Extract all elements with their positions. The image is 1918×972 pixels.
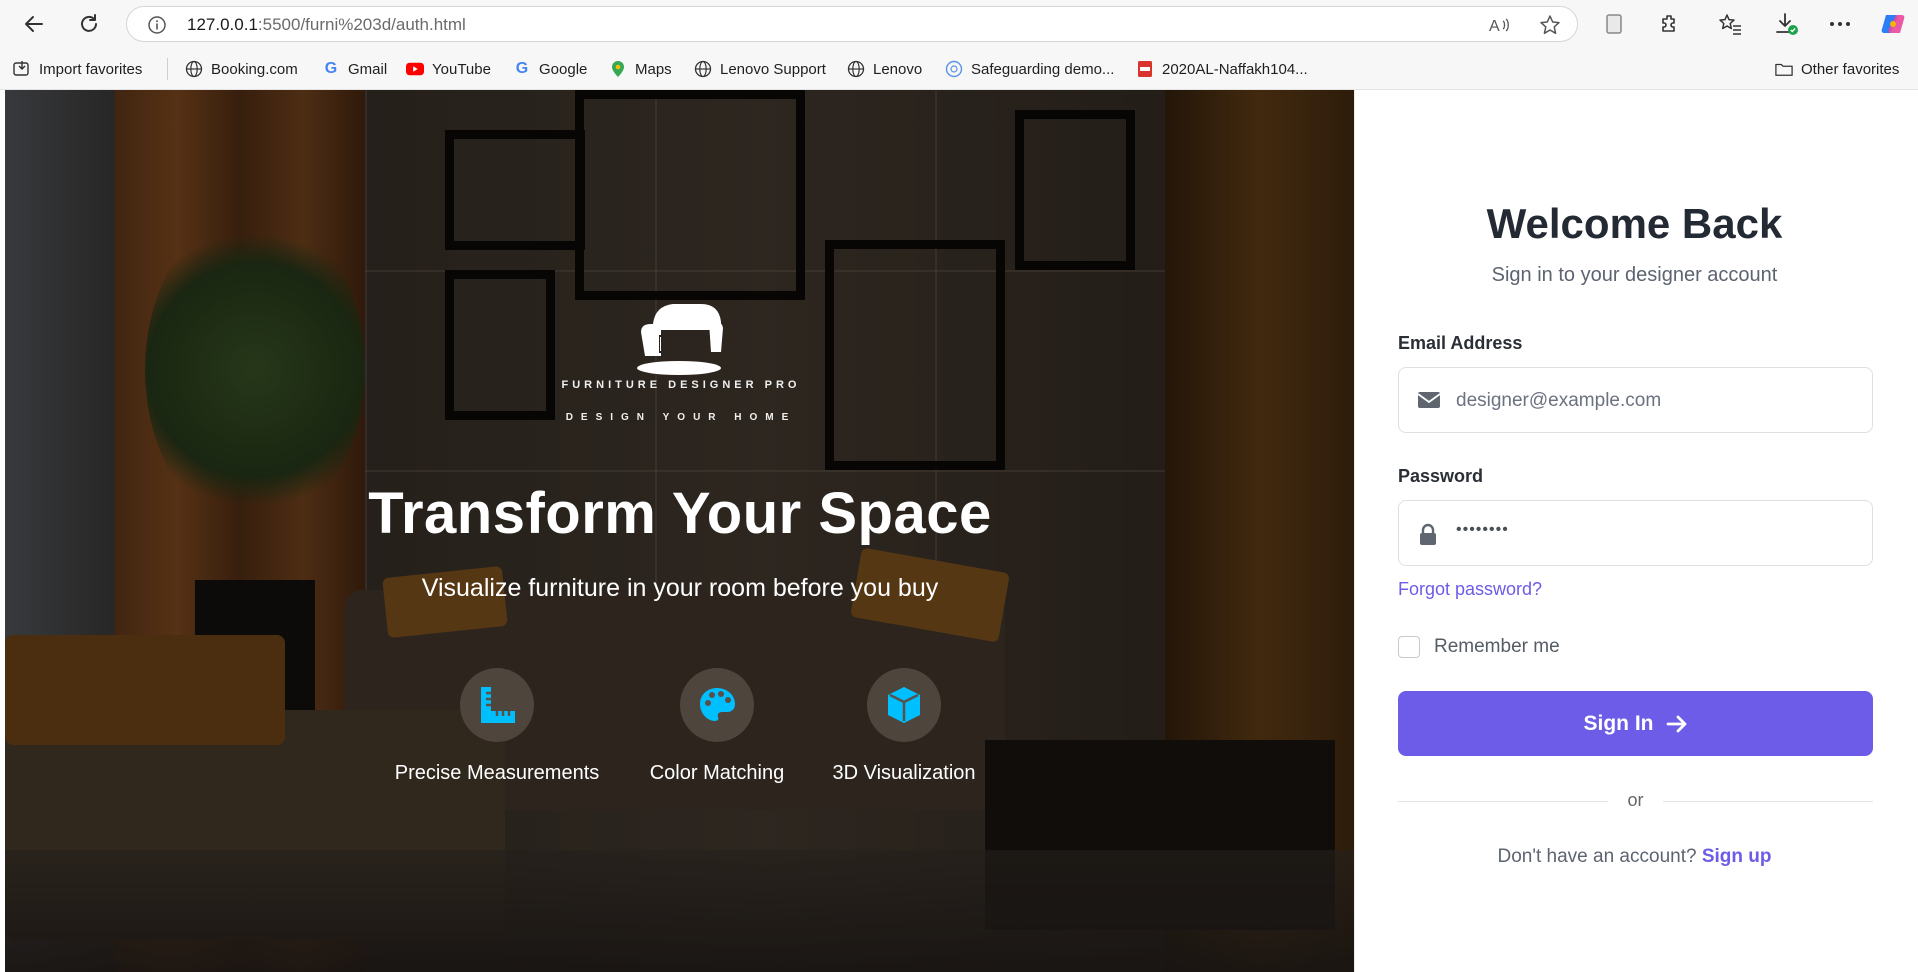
other-favorites-label: Other favorites [1801,60,1900,78]
feature-icon-circle [680,668,754,742]
armchair-logo-icon [637,304,723,375]
forgot-password-link[interactable]: Forgot password? [1398,579,1542,600]
google-icon: G [324,60,338,77]
un-icon [945,60,963,78]
read-aloud-icon[interactable]: A [1489,15,1511,40]
bookmark-label: Import favorites [39,60,143,78]
pdf-icon [1136,60,1154,78]
bookmark-separator [167,58,168,80]
bookmark-label: Google [539,60,588,78]
bookmark-pdf[interactable]: 2020AL-Naffakh104... [1136,57,1308,81]
bookmark-youtube[interactable]: YouTube [406,57,491,81]
arrow-right-icon [1666,715,1686,732]
signin-panel: Welcome Back Sign in to your designer ac… [1354,90,1913,972]
bookmark-lenovo[interactable]: Lenovo [847,57,922,81]
favorite-star-icon[interactable] [1539,14,1561,41]
sign-up-link[interactable]: Sign up [1702,846,1772,867]
bookmark-lenovo-support[interactable]: Lenovo Support [694,57,826,81]
url-host: 127.0.0.1 [187,15,258,34]
downloads-icon[interactable] [1770,7,1804,41]
globe-icon [185,60,203,78]
palette-icon [700,688,735,721]
password-value[interactable]: •••••••• [1456,521,1509,539]
lock-icon [1417,523,1441,545]
brand-tagline: DESIGN YOUR HOME [565,412,797,423]
globe-icon [694,60,712,78]
bookmark-label: Lenovo Support [720,60,826,78]
bookmark-maps[interactable]: Maps [609,57,672,81]
globe-icon [847,60,865,78]
signup-row: Don't have an account? Sign up [1355,846,1914,868]
bookmark-import-favorites[interactable]: Import favorites [13,57,142,81]
bookmark-label: Booking.com [211,60,298,78]
form-title: Welcome Back [1486,200,1783,247]
hero-subtitle: Visualize furniture in your room before … [421,574,939,602]
remember-me-label: Remember me [1434,636,1560,657]
feature-icon-circle [460,668,534,742]
import-icon [13,60,31,78]
feature-icon-circle [867,668,941,742]
feature-3d-visualization: 3D Visualization [789,668,1019,785]
more-menu-icon[interactable] [1823,7,1857,41]
or-divider: or [1398,790,1873,812]
hero-panel: FURNITURE DESIGNER PRO DESIGN YOUR HOME … [5,90,1354,972]
sign-in-button[interactable]: Sign In [1398,691,1873,756]
reading-view-icon[interactable] [1597,7,1631,41]
cube-icon [888,687,920,723]
url-path: :5500/furni%203d/auth.html [257,15,466,34]
bookmark-label: Gmail [348,60,388,78]
feature-label: 3D Visualization [832,762,976,784]
password-label: Password [1398,466,1484,486]
sign-in-label: Sign In [1583,711,1654,735]
favorites-collection-icon[interactable] [1713,7,1747,41]
page-content: FURNITURE DESIGNER PRO DESIGN YOUR HOME … [5,90,1913,972]
brand-name: FURNITURE DESIGNER PRO [561,379,801,391]
email-input[interactable] [1456,386,1856,416]
maps-icon [609,60,627,78]
bookmark-label: Maps [635,60,672,78]
back-arrow-icon[interactable] [17,7,51,41]
svg-text:A: A [1489,18,1500,35]
envelope-icon [1417,390,1441,412]
feature-label: Precise Measurements [394,762,600,784]
folder-icon [1775,60,1793,78]
bookmark-label: Lenovo [873,60,923,78]
remember-me-checkbox[interactable] [1398,636,1420,658]
password-field[interactable]: •••••••• [1398,500,1873,566]
email-field[interactable] [1398,367,1873,433]
bookmark-label: YouTube [432,60,491,78]
copilot-icon[interactable] [1876,7,1910,41]
extensions-icon[interactable] [1653,7,1687,41]
bookmark-booking[interactable]: Booking.com [185,57,298,81]
bookmark-google[interactable]: G Google [513,57,588,81]
site-info-icon[interactable] [147,15,167,40]
bookmark-gmail[interactable]: G Gmail [322,57,387,81]
browser-toolbar: 127.0.0.1:5500/furni%203d/auth.html A [0,0,1918,48]
bookmark-safeguarding[interactable]: Safeguarding demo... [945,57,1114,81]
bookmark-label: Safeguarding demo... [971,60,1115,78]
email-label: Email Address [1398,333,1523,353]
form-subtitle: Sign in to your designer account [1491,264,1778,286]
youtube-icon [406,60,424,78]
signup-prompt: Don't have an account? [1497,846,1697,867]
ruler-icon [481,687,515,723]
logo [561,286,801,381]
feature-precise-measurements: Precise Measurements [382,668,612,785]
remember-me[interactable]: Remember me [1398,636,1560,658]
hero-title: Transform Your Space [368,481,992,546]
other-favorites[interactable]: Other favorites [1775,57,1899,81]
address-bar[interactable]: 127.0.0.1:5500/furni%203d/auth.html A [126,6,1578,42]
or-text: or [1627,790,1644,810]
refresh-icon[interactable] [72,7,106,41]
url-text[interactable]: 127.0.0.1:5500/furni%203d/auth.html [187,15,466,35]
bookmark-label: 2020AL-Naffakh104... [1162,60,1308,78]
google-icon: G [515,60,529,77]
